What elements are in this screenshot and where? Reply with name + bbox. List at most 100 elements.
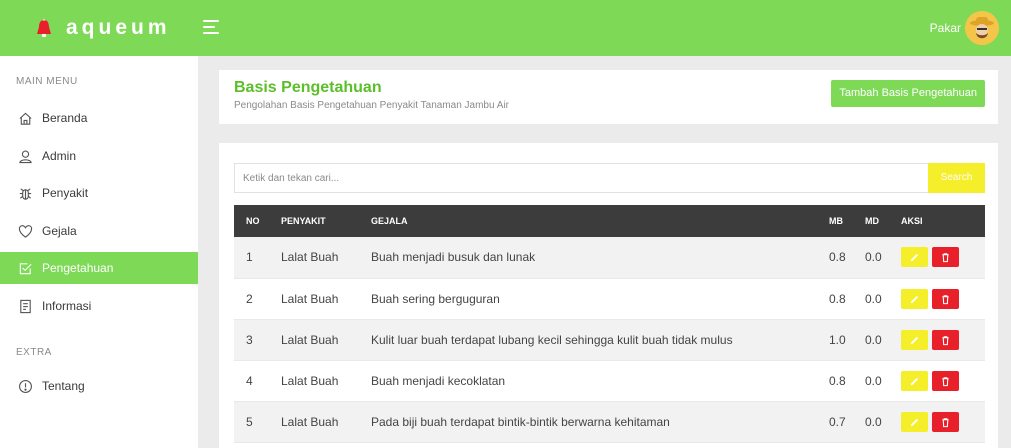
cell-mb: 0.7 <box>817 401 853 443</box>
pencil-icon <box>910 336 919 344</box>
sidebar-item-label: Penyakit <box>42 186 89 200</box>
cell-no: 4 <box>234 360 269 402</box>
brand-name: aqueum <box>66 16 171 39</box>
user-menu[interactable]: Pakar <box>930 10 999 46</box>
cell-penyakit: Lalat Buah <box>269 278 359 320</box>
delete-button[interactable] <box>932 288 959 309</box>
delete-button[interactable] <box>932 411 959 432</box>
table-row: 4 Lalat Buah Buah menjadi kecoklatan 0.8… <box>234 360 985 402</box>
cell-mb: 0.8 <box>817 278 853 320</box>
cell-penyakit: Lalat Buah <box>269 319 359 361</box>
cell-aksi <box>889 401 985 443</box>
home-icon <box>19 112 32 125</box>
trash-icon <box>942 417 949 427</box>
page-title: Basis Pengetahuan <box>234 79 382 96</box>
cell-no: 3 <box>234 319 269 361</box>
sidebar-item-gejala[interactable]: Gejala <box>0 215 198 247</box>
table-row: 3 Lalat Buah Kulit luar buah terdapat lu… <box>234 319 985 361</box>
cell-penyakit: Lalat Buah <box>269 237 359 279</box>
sidebar-item-label: Gejala <box>42 224 77 238</box>
bell-icon <box>37 19 51 38</box>
pencil-icon <box>910 254 919 262</box>
sidebar-item-label: Informasi <box>42 299 92 313</box>
user-icon <box>19 150 32 163</box>
sidebar-item-label: Tentang <box>42 379 85 393</box>
menu-toggle-icon[interactable] <box>203 20 219 34</box>
checkbox-icon <box>19 262 32 274</box>
cell-gejala: Buah menjadi kecoklatan <box>359 360 817 402</box>
edit-button[interactable] <box>901 411 928 432</box>
document-icon <box>20 299 31 313</box>
page-subtitle: Pengolahan Basis Pengetahuan Penyakit Ta… <box>234 100 510 111</box>
column-header-no: NO <box>234 205 269 237</box>
cell-penyakit: Lalat Buah <box>269 401 359 443</box>
cell-mb: 0.8 <box>817 360 853 402</box>
cell-no: 1 <box>234 237 269 279</box>
cell-aksi <box>889 319 985 361</box>
trash-icon <box>942 253 949 263</box>
delete-button[interactable] <box>932 329 959 350</box>
cell-gejala: Pada biji buah terdapat bintik-bintik be… <box>359 401 817 443</box>
cell-no: 5 <box>234 401 269 443</box>
table-header-row: NO PENYAKIT GEJALA MB MD AKSI <box>234 205 985 237</box>
shield-heart-icon <box>18 224 33 238</box>
table-row: 5 Lalat Buah Pada biji buah terdapat bin… <box>234 401 985 443</box>
search-button[interactable]: Search <box>928 163 985 193</box>
trash-icon <box>942 376 949 386</box>
cell-md: 0.0 <box>853 278 889 320</box>
column-header-md: MD <box>853 205 889 237</box>
delete-button[interactable] <box>932 247 959 268</box>
content-panel: Search NO PENYAKIT GEJALA MB MD AKSI 1 L… <box>219 143 998 448</box>
sidebar-item-tentang[interactable]: Tentang <box>0 370 198 402</box>
cell-md: 0.0 <box>853 237 889 279</box>
sidebar-item-informasi[interactable]: Informasi <box>0 290 198 322</box>
cell-gejala: Kulit luar buah terdapat lubang kecil se… <box>359 319 817 361</box>
add-knowledge-button[interactable]: Tambah Basis Pengetahuan <box>831 80 985 107</box>
column-header-penyakit: PENYAKIT <box>269 205 359 237</box>
top-bar: aqueum Pakar <box>0 0 1011 56</box>
cell-no: 2 <box>234 278 269 320</box>
knowledge-table: NO PENYAKIT GEJALA MB MD AKSI 1 Lalat Bu… <box>234 205 985 443</box>
main-menu-label: MAIN MENU <box>16 76 78 87</box>
edit-button[interactable] <box>901 247 928 268</box>
pencil-icon <box>910 377 919 385</box>
pencil-icon <box>910 418 919 426</box>
sidebar-item-beranda[interactable]: Beranda <box>0 102 198 134</box>
column-header-gejala: GEJALA <box>359 205 817 237</box>
search-bar: Search <box>234 163 985 193</box>
sidebar-item-penyakit[interactable]: Penyakit <box>0 177 198 209</box>
avatar[interactable] <box>965 11 999 45</box>
table-row: 1 Lalat Buah Buah menjadi busuk dan luna… <box>234 237 985 279</box>
cell-md: 0.0 <box>853 401 889 443</box>
cell-aksi <box>889 237 985 279</box>
sidebar: MAIN MENU Beranda Admin Penyakit Gejala … <box>0 56 198 448</box>
cell-md: 0.0 <box>853 319 889 361</box>
cell-aksi <box>889 278 985 320</box>
cell-gejala: Buah sering berguguran <box>359 278 817 320</box>
table-row: 2 Lalat Buah Buah sering berguguran 0.8 … <box>234 278 985 320</box>
cell-mb: 0.8 <box>817 237 853 279</box>
sidebar-item-label: Admin <box>42 149 77 163</box>
edit-button[interactable] <box>901 370 928 391</box>
page-header: Basis Pengetahuan Pengolahan Basis Penge… <box>219 70 998 124</box>
search-input[interactable] <box>234 163 928 193</box>
extra-label: EXTRA <box>16 347 52 358</box>
pencil-icon <box>910 295 919 303</box>
sidebar-item-admin[interactable]: Admin <box>0 140 198 172</box>
cell-gejala: Buah menjadi busuk dan lunak <box>359 237 817 279</box>
cell-aksi <box>889 360 985 402</box>
delete-button[interactable] <box>932 370 959 391</box>
column-header-aksi: AKSI <box>889 205 985 237</box>
cell-penyakit: Lalat Buah <box>269 360 359 402</box>
sidebar-item-pengetahuan[interactable]: Pengetahuan <box>0 252 198 284</box>
cell-mb: 1.0 <box>817 319 853 361</box>
bug-icon <box>19 187 32 200</box>
user-name: Pakar <box>929 21 961 35</box>
column-header-mb: MB <box>817 205 853 237</box>
sidebar-item-label: Beranda <box>42 111 88 125</box>
trash-icon <box>942 294 949 304</box>
edit-button[interactable] <box>901 288 928 309</box>
edit-button[interactable] <box>901 329 928 350</box>
brand-logo[interactable]: aqueum <box>34 12 171 44</box>
info-icon <box>19 379 32 393</box>
